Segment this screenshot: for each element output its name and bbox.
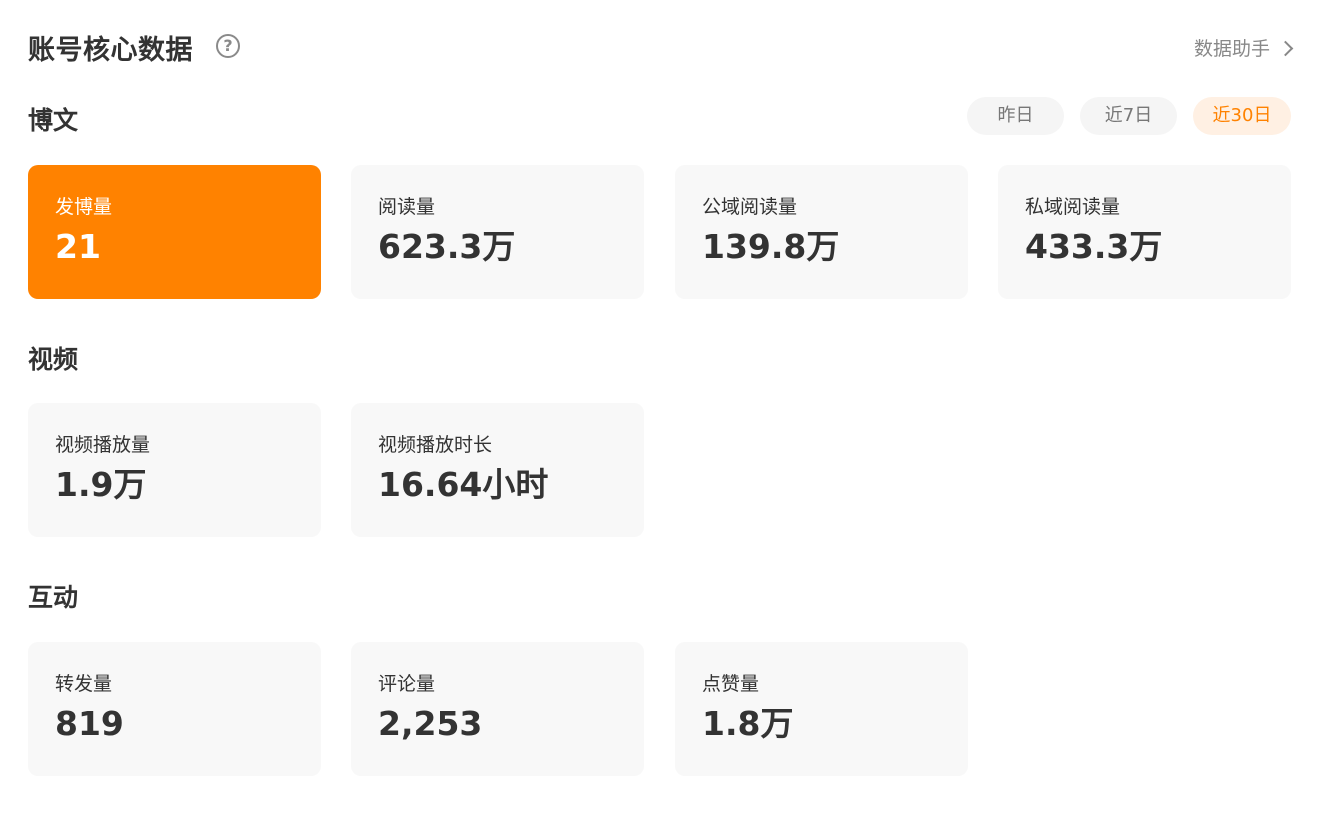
stat-value: 433.3万 xyxy=(1025,227,1163,266)
stat-label: 视频播放时长 xyxy=(378,434,493,456)
stat-card-comments[interactable]: 评论量 2,253 xyxy=(351,642,644,776)
stat-card-post-count[interactable]: 发博量 21 xyxy=(28,165,321,299)
stat-value: 2,253 xyxy=(378,704,483,743)
stat-card-private-reads[interactable]: 私域阅读量 433.3万 xyxy=(998,165,1291,299)
stat-label: 点赞量 xyxy=(702,673,760,695)
tab-last-7-days[interactable]: 近7日 xyxy=(1080,97,1177,135)
page-title: 账号核心数据 xyxy=(28,35,193,66)
stat-value: 16.64小时 xyxy=(378,465,549,504)
stat-label: 公域阅读量 xyxy=(702,196,798,218)
stat-label: 转发量 xyxy=(55,673,113,695)
tab-yesterday[interactable]: 昨日 xyxy=(967,97,1064,135)
chevron-right-icon xyxy=(1277,40,1294,56)
data-assistant-label: 数据助手 xyxy=(1193,38,1270,60)
stat-label: 发博量 xyxy=(55,196,113,218)
stat-value: 819 xyxy=(55,704,124,743)
section-title-interaction: 互动 xyxy=(28,583,79,612)
data-assistant-link[interactable]: 数据助手 xyxy=(1193,34,1294,61)
stat-card-reads[interactable]: 阅读量 623.3万 xyxy=(351,165,644,299)
question-circle-icon[interactable]: ? xyxy=(216,34,240,58)
stat-label: 评论量 xyxy=(378,673,436,695)
section-title-posts: 博文 xyxy=(28,106,79,135)
tab-last-30-days[interactable]: 近30日 xyxy=(1193,97,1291,135)
section-title-video: 视频 xyxy=(28,345,79,374)
stat-card-reposts[interactable]: 转发量 819 xyxy=(28,642,321,776)
page-header: 账号核心数据 ? 数据助手 xyxy=(28,26,1294,68)
stat-card-video-plays[interactable]: 视频播放量 1.9万 xyxy=(28,403,321,537)
stat-label: 阅读量 xyxy=(378,196,436,218)
stat-value: 21 xyxy=(55,227,101,266)
stat-value: 139.8万 xyxy=(702,227,840,266)
stat-card-video-duration[interactable]: 视频播放时长 16.64小时 xyxy=(351,403,644,537)
stat-card-public-reads[interactable]: 公域阅读量 139.8万 xyxy=(675,165,968,299)
stat-label: 视频播放量 xyxy=(55,434,151,456)
stat-card-likes[interactable]: 点赞量 1.8万 xyxy=(675,642,968,776)
stat-value: 1.9万 xyxy=(55,465,147,504)
stat-label: 私域阅读量 xyxy=(1025,196,1121,218)
date-range-tabs: 昨日 近7日 近30日 xyxy=(967,97,1291,135)
stat-value: 623.3万 xyxy=(378,227,516,266)
stat-value: 1.8万 xyxy=(702,704,794,743)
